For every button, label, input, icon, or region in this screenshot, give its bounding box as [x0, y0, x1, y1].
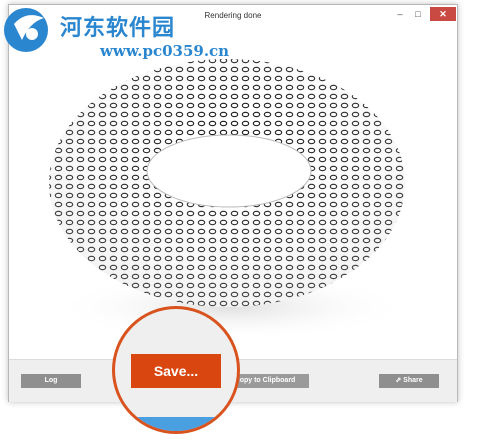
watermark-url: www.pc0359.cn — [100, 42, 230, 60]
torus-render — [9, 29, 457, 359]
share-button[interactable]: ⇗ Share — [379, 374, 439, 388]
close-button[interactable]: ✕ — [430, 7, 456, 21]
minimize-button[interactable]: – — [391, 7, 409, 21]
log-button[interactable]: Log — [21, 374, 81, 388]
share-icon: ⇗ — [395, 377, 404, 384]
share-label: Share — [403, 377, 423, 384]
watermark-name: 河东软件园 — [60, 15, 176, 41]
watermark-logo-icon — [4, 8, 48, 52]
zoom-callout: Save... — [112, 306, 240, 434]
callout-strip — [115, 417, 237, 431]
render-preview — [9, 29, 457, 359]
save-button[interactable]: Save... — [131, 354, 221, 388]
maximize-button[interactable]: □ — [409, 7, 427, 21]
